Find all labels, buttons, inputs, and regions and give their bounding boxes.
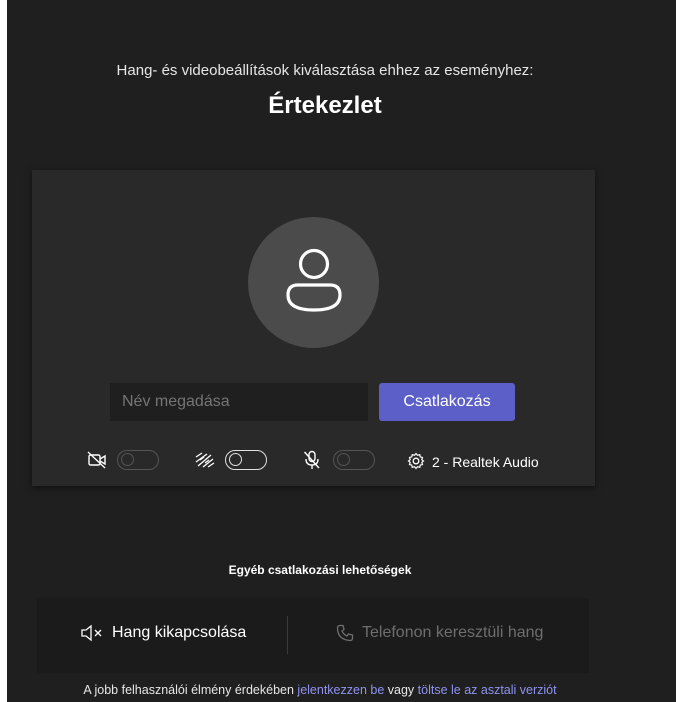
background-effects-icon — [195, 452, 215, 468]
audio-device-label[interactable]: 2 - Realtek Audio — [432, 454, 539, 470]
camera-toggle-knob — [121, 453, 134, 466]
download-desktop-link[interactable]: töltse le az asztali verziót — [418, 683, 557, 697]
footer-note: A jobb felhasználói élmény érdekében jel… — [0, 683, 640, 697]
camera-toggle[interactable] — [117, 450, 159, 470]
camera-off-icon — [87, 451, 106, 469]
person-icon — [286, 248, 342, 312]
audio-off-option[interactable]: Hang kikapcsolása — [80, 624, 246, 642]
meeting-title: Értekezlet — [268, 92, 382, 119]
settings-subtitle: Hang- és videobeállítások kiválasztása e… — [116, 62, 534, 79]
footer-middle: vagy — [384, 683, 418, 697]
microphone-toggle-knob — [337, 453, 350, 466]
microphone-off-icon — [303, 450, 320, 469]
gear-icon[interactable] — [407, 452, 425, 470]
background-blur-toggle[interactable] — [225, 450, 267, 470]
join-button[interactable]: Csatlakozás — [379, 383, 515, 421]
microphone-toggle[interactable] — [333, 450, 375, 470]
name-input[interactable] — [110, 383, 368, 421]
phone-icon — [336, 624, 354, 642]
audio-off-label: Hang kikapcsolása — [112, 624, 247, 641]
phone-audio-option: Telefonon keresztüli hang — [336, 624, 543, 642]
sign-in-link[interactable]: jelentkezzen be — [297, 683, 384, 697]
options-divider — [287, 616, 288, 654]
background-blur-toggle-knob — [229, 453, 242, 466]
other-join-options-title: Egyéb csatlakozási lehetőségek — [228, 563, 412, 577]
footer-prefix: A jobb felhasználói élmény érdekében — [83, 683, 298, 697]
speaker-off-icon — [81, 624, 102, 642]
phone-audio-label: Telefonon keresztüli hang — [362, 624, 544, 641]
avatar — [248, 217, 379, 348]
